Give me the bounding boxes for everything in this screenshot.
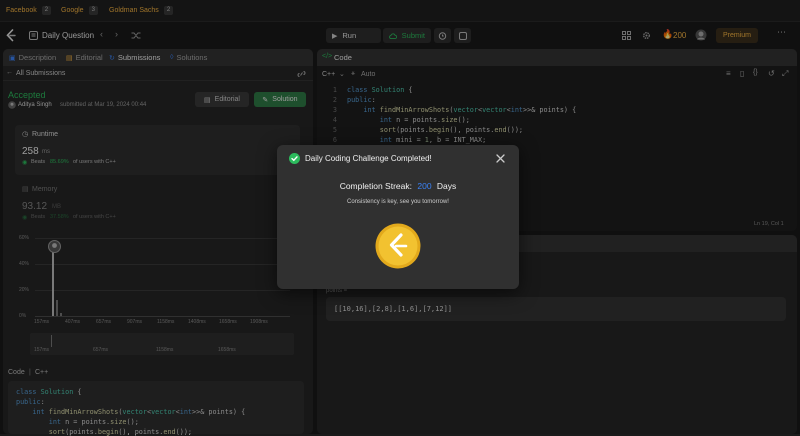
streak-label: Completion Streak: xyxy=(339,181,412,191)
streak-unit: Days xyxy=(436,181,457,191)
gold-coin-icon xyxy=(375,223,421,269)
close-icon[interactable] xyxy=(496,154,505,163)
modal-title: Daily Coding Challenge Completed! xyxy=(305,154,432,163)
check-circle-icon xyxy=(289,153,300,164)
modal-subtitle: Consistency is key, see you tomorrow! xyxy=(347,199,449,205)
challenge-complete-modal: Daily Coding Challenge Completed! Comple… xyxy=(277,145,519,289)
streak-value: 200 xyxy=(417,181,432,191)
streak-line: Completion Streak: 200 Days xyxy=(277,181,519,191)
